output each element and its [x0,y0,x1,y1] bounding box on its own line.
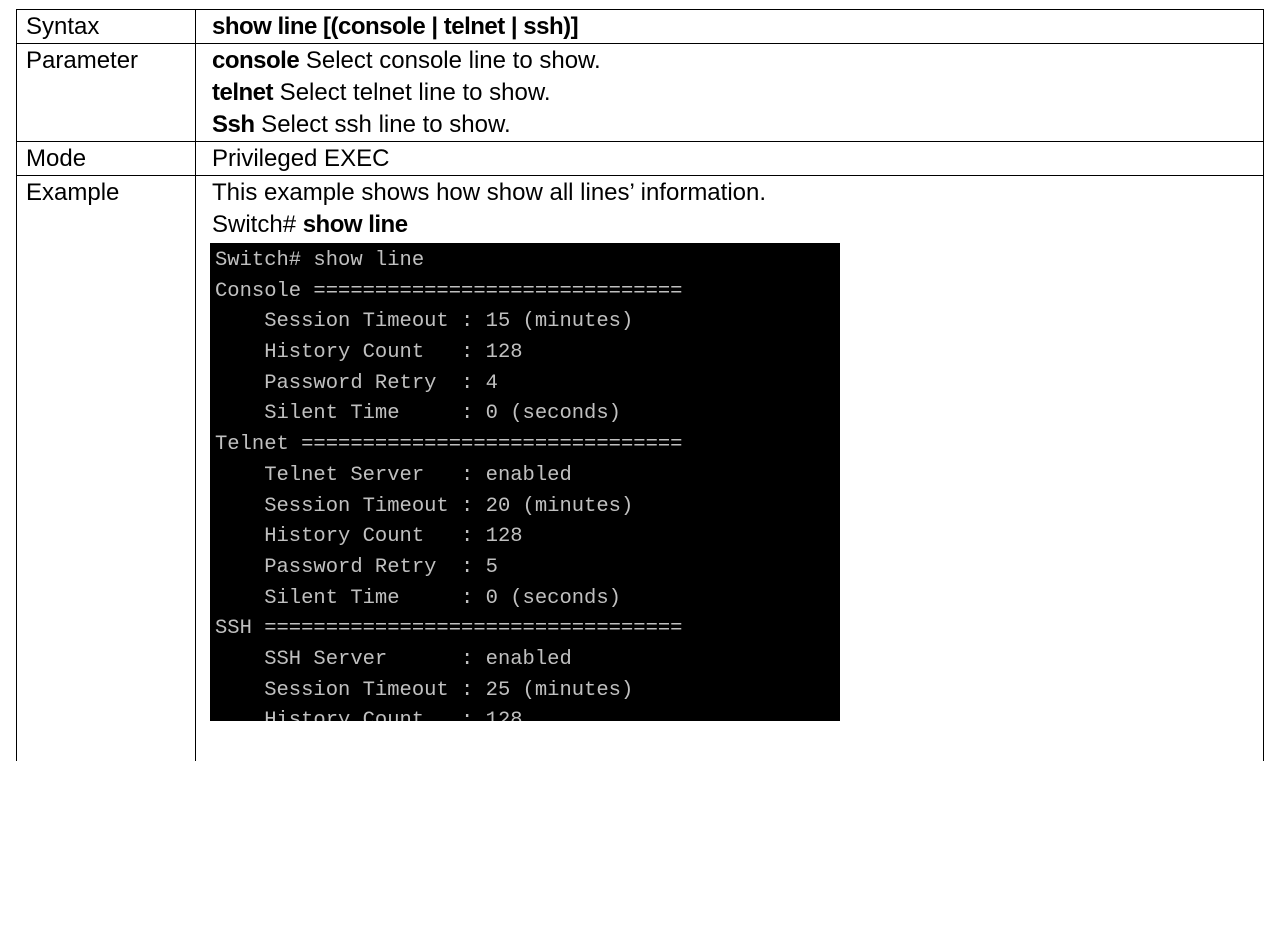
mode-label: Mode [16,141,196,176]
terminal-line: Silent Time : 0 (seconds) [215,402,621,426]
terminal-line: Switch# show line [215,249,425,272]
terminal-line: History Count : 128 [215,525,523,549]
terminal-line: Password Retry : 5 [215,555,498,579]
terminal-line: Silent Time : 0 (seconds) [215,586,621,610]
terminal-line: Session Timeout : 20 (minutes) [215,494,634,518]
terminal-line: SSH Server : enabled [215,647,572,671]
command-reference-table: Syntax show line [(console | telnet | ss… [16,9,1264,761]
parameter-keyword: console [212,47,300,74]
parameter-item-telnet: telnet Select telnet line to show. [212,77,1263,109]
parameter-label: Parameter [16,43,196,142]
parameter-keyword: Ssh [212,111,255,138]
terminal-line: Console ============================== [215,279,683,303]
parameter-description: Select ssh line to show. [254,111,511,138]
mode-value: Privileged EXEC [195,141,1264,176]
terminal-line: Telnet Server : enabled [215,463,572,487]
example-description: This example shows how show all lines’ i… [212,179,767,206]
parameter-description: Select console line to show. [299,47,601,74]
parameter-item-console: console Select console line to show. [212,45,1263,77]
terminal-line: Password Retry : 4 [215,371,498,395]
terminal-line: Session Timeout : 25 (minutes) [215,678,634,702]
syntax-row: Syntax show line [(console | telnet | ss… [16,9,1264,44]
syntax-command: show line [(console | telnet | ssh)] [212,13,579,40]
parameter-description: Select telnet line to show. [273,79,551,106]
example-content: This example shows how show all lines’ i… [195,175,1264,761]
example-command: show line [302,211,408,238]
parameter-item-ssh: Ssh Select ssh line to show. [212,109,1263,141]
example-label: Example [16,175,196,761]
syntax-value: show line [(console | telnet | ssh)] [195,9,1264,44]
terminal-line: SSH ================================== [215,617,683,641]
terminal-line: History Count : 128 [215,341,523,365]
parameter-list: console Select console line to show. tel… [195,43,1264,142]
parameter-row: Parameter console Select console line to… [16,43,1264,142]
mode-row: Mode Privileged EXEC [16,141,1264,176]
terminal-line: History Count : 128 [215,709,523,721]
terminal-screenshot: Switch# show line Console ===============… [210,243,840,721]
example-row: Example This example shows how show all … [16,175,1264,761]
example-command-line: Switch# show line [212,209,1263,241]
terminal-line: Session Timeout : 15 (minutes) [215,310,634,334]
terminal-line: Telnet =============================== [215,433,683,457]
example-spacer [212,721,1263,761]
example-prompt: Switch# [212,211,303,238]
parameter-keyword: telnet [212,79,274,106]
syntax-label: Syntax [16,9,196,44]
